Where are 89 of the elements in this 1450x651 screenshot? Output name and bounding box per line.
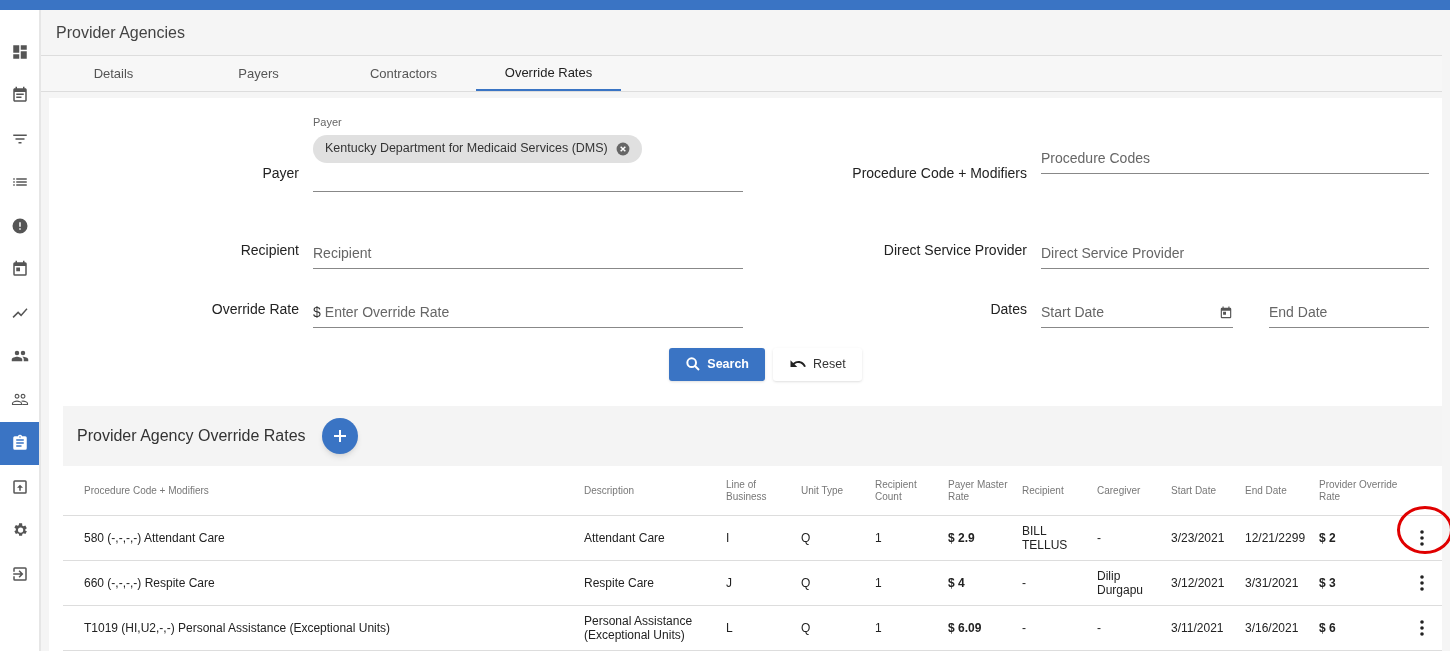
input-field[interactable]: Procedure Codes <box>1041 144 1429 174</box>
column-header: Start Date <box>1171 484 1218 497</box>
search-icon <box>685 356 702 372</box>
column-header: End Date <box>1245 484 1288 497</box>
table-cell-text: BILL TELLUS <box>1022 524 1069 552</box>
table-cell-text: 660 (-,-,-,-) Respite Care <box>84 576 216 590</box>
table-cell-text: Q <box>801 576 812 590</box>
field-label: Direct Service Provider <box>883 241 1027 260</box>
clipboard-icon <box>10 434 29 453</box>
column-header: Unit Type <box>801 484 845 497</box>
tab[interactable]: Contractors <box>331 56 476 91</box>
table-cell-text: 3/23/2021 <box>1171 531 1226 545</box>
calendar-icon <box>10 260 29 279</box>
field-label: Recipient <box>240 241 299 260</box>
table-cell-text: - <box>1022 621 1027 635</box>
field-label: Payer <box>262 164 299 183</box>
table-cell-text: 1 <box>875 621 883 635</box>
table-cell-text: - <box>1097 621 1102 635</box>
column-header: Procedure Code + Modifiers <box>84 484 210 497</box>
logout-icon <box>10 564 29 583</box>
start-date-field[interactable]: Start Date <box>1041 298 1233 328</box>
table-cell-text: 1 <box>875 576 883 590</box>
highlight-circle <box>1397 506 1450 554</box>
input-field[interactable]: Direct Service Provider <box>1041 239 1429 269</box>
table-cell-text: - <box>1022 576 1027 590</box>
column-header: Recipient Count <box>875 478 918 503</box>
upload-icon <box>10 477 29 496</box>
table-cell-text: $ 3 <box>1319 576 1337 590</box>
field-label: Override Rate <box>211 300 299 319</box>
tab[interactable]: Override Rates <box>476 56 621 91</box>
table-cell-text: - <box>1097 531 1102 545</box>
table-cell-text: $ 6 <box>1319 621 1337 635</box>
table-cell-text: 12/21/2299 <box>1245 531 1307 545</box>
table-cell-text: $ 2.9 <box>948 531 976 545</box>
dashboard-icon <box>10 42 29 61</box>
calendar-icon[interactable] <box>1219 305 1233 320</box>
tab[interactable]: Details <box>41 56 186 91</box>
field-label: Payer <box>313 115 343 130</box>
search-button[interactable]: Search <box>669 347 765 381</box>
input-field[interactable]: Recipient <box>313 239 743 269</box>
table-cell-text: 3/16/2021 <box>1245 621 1300 635</box>
reset-button[interactable]: Reset <box>773 347 862 381</box>
alert-icon <box>10 216 29 235</box>
column-header: Provider Override Rate <box>1319 478 1399 503</box>
field-label: Procedure Code + Modifiers <box>852 164 1027 183</box>
section-title: Provider Agency Override Rates <box>77 426 306 446</box>
table-cell-text: 3/12/2021 <box>1171 576 1226 590</box>
column-header: Line of Business <box>726 478 768 503</box>
tab[interactable]: Payers <box>186 56 331 91</box>
table-cell-text: 580 (-,-,-,-) Attendant Care <box>84 531 226 545</box>
table-cell-text: Respite Care <box>584 576 656 590</box>
table-cell-text: L <box>726 621 734 635</box>
placeholder-text: Start Date <box>1041 303 1105 322</box>
table-cell-text: 1 <box>875 531 883 545</box>
table-cell-text: Q <box>801 531 812 545</box>
field-label: Dates <box>990 300 1027 319</box>
table-cell-text: Attendant Care <box>584 531 666 545</box>
note-icon <box>10 86 29 105</box>
page-title: Provider Agencies <box>56 22 185 43</box>
table-cell-text: Q <box>801 621 812 635</box>
table-cell-text: $ 6.09 <box>948 621 983 635</box>
placeholder-text: End Date <box>1269 303 1328 322</box>
table-cell-text: J <box>726 576 733 590</box>
more-icon[interactable] <box>1420 620 1424 636</box>
more-icon[interactable] <box>1420 575 1424 591</box>
table-cell-text: Dilip Durgapu <box>1097 569 1145 597</box>
payer-field[interactable]: Payer Kentucky Department for Medicaid Services (DMS) <box>313 114 743 192</box>
currency-symbol: $ <box>313 303 321 322</box>
column-header: Caregiver <box>1097 484 1142 497</box>
column-header: Recipient <box>1022 484 1065 497</box>
table-cell-text: Personal Assistance (Exceptional Units) <box>584 614 694 642</box>
table-cell-text: 3/11/2021 <box>1171 621 1225 635</box>
column-header: Description <box>584 484 636 497</box>
end-date-field[interactable]: End Date <box>1269 298 1429 328</box>
close-icon[interactable] <box>615 141 630 156</box>
table-cell-text: $ 4 <box>948 576 966 590</box>
column-header: Payer Master Rate <box>948 478 1009 503</box>
plus-icon <box>332 429 347 443</box>
payer-chip[interactable]: Kentucky Department for Medicaid Services (DMS) <box>313 134 642 163</box>
table-cell-text: $ 2 <box>1319 531 1337 545</box>
input-field[interactable]: $ Enter Override Rate <box>313 298 743 328</box>
table-cell-text: 3/31/2021 <box>1245 576 1300 590</box>
sidebar-item[interactable] <box>0 421 39 465</box>
table-cell-text: T1019 (HI,U2,-,-) Personal Assistance (Exceptional Units) <box>84 621 392 635</box>
add-button[interactable] <box>321 418 358 454</box>
more-icon[interactable] <box>1420 530 1424 546</box>
placeholder-text: Enter Override Rate <box>324 303 450 322</box>
chip-label: Kentucky Department for Medicaid Services (DMS) <box>325 140 608 158</box>
table-cell-text: I <box>726 531 731 545</box>
